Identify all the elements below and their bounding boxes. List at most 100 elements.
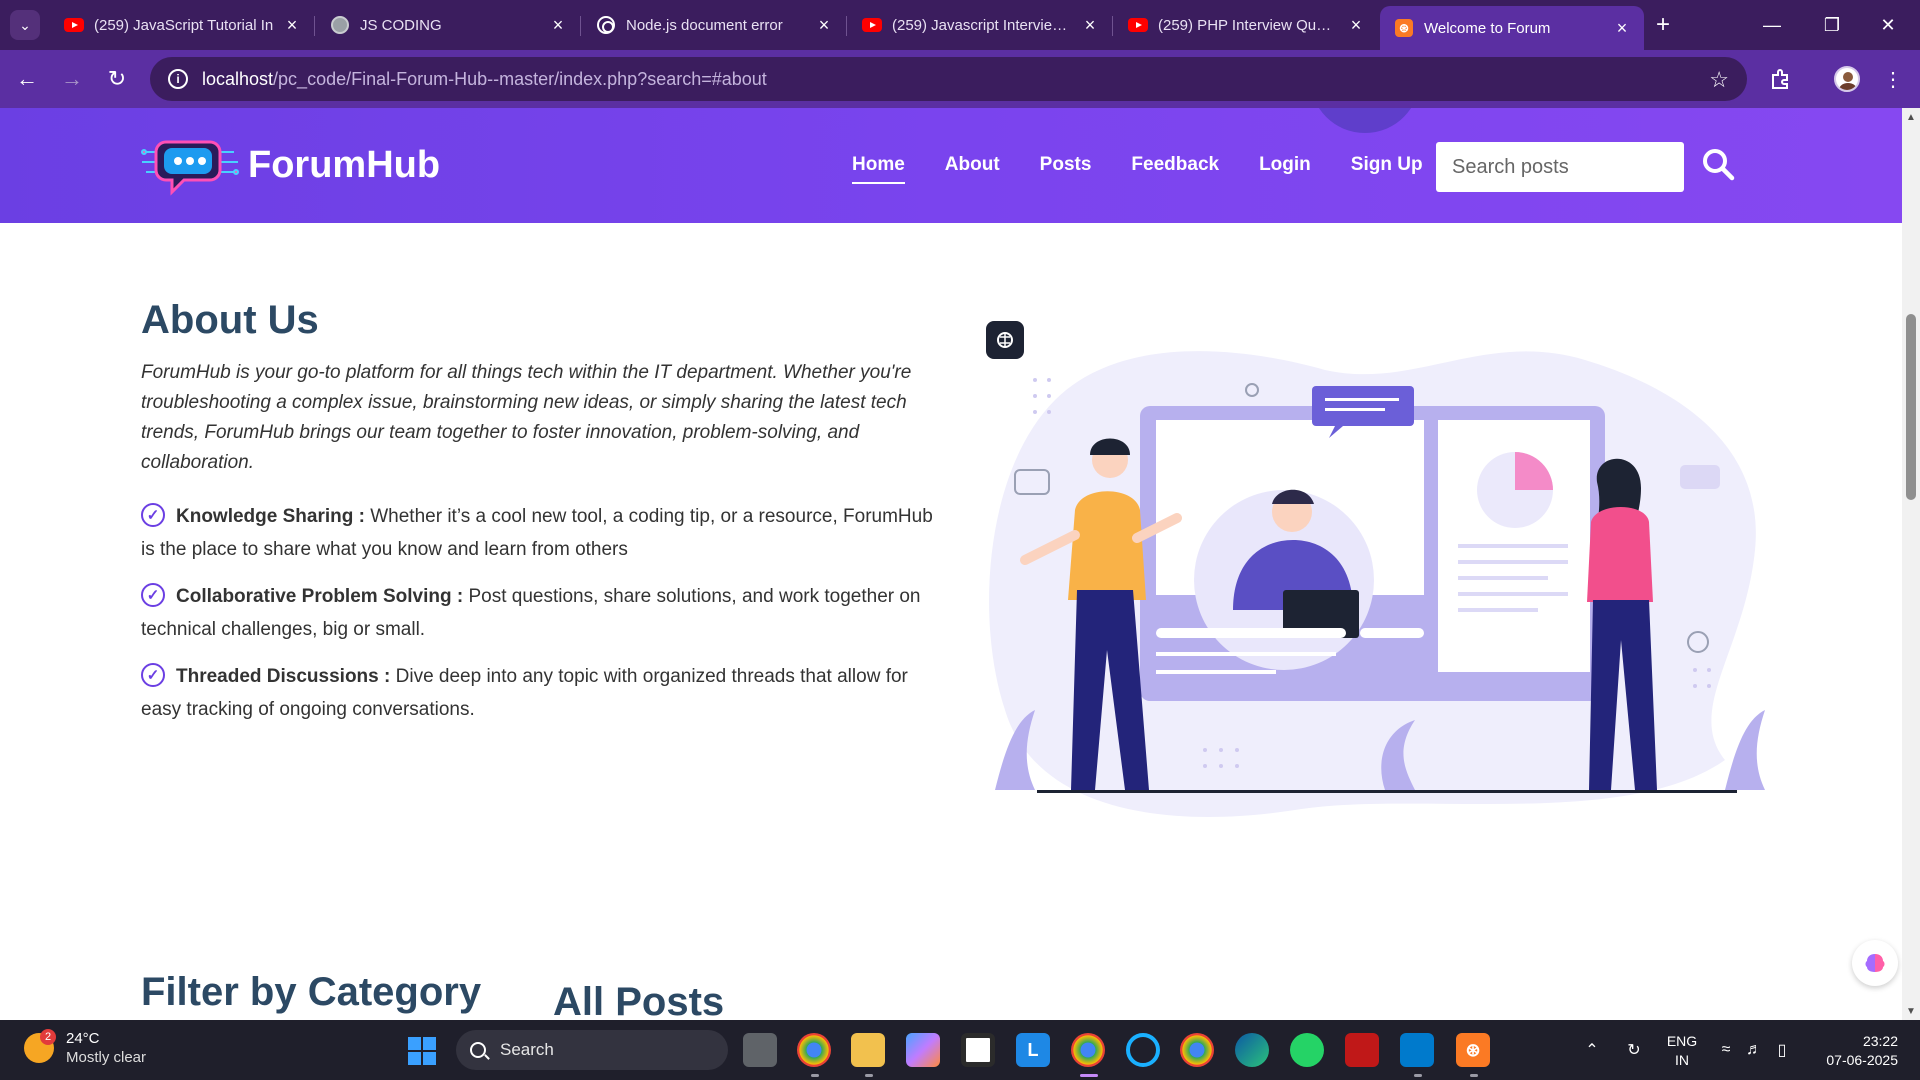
- whatsapp-icon[interactable]: [1290, 1033, 1324, 1067]
- bookmark-star-icon[interactable]: ☆: [1709, 67, 1729, 93]
- weather-widget[interactable]: 2 24°C Mostly clear: [24, 1029, 147, 1066]
- mcafee-icon[interactable]: [1345, 1033, 1379, 1067]
- nav-feedback[interactable]: Feedback: [1131, 154, 1219, 184]
- tab-title: Node.js document error: [626, 16, 783, 34]
- chat-bubble-logo-icon: [141, 140, 239, 196]
- about-lead: ForumHub is your go-to platform for all …: [141, 362, 912, 473]
- running-indicator-active: [1080, 1074, 1098, 1077]
- site-info-icon[interactable]: i: [168, 69, 188, 89]
- browser-menu-button[interactable]: ⋮: [1878, 64, 1908, 94]
- address-bar[interactable]: i localhost/pc_code/Final-Forum-Hub--mas…: [150, 57, 1747, 101]
- vscode-icon[interactable]: [1400, 1033, 1434, 1067]
- copilot-icon[interactable]: [906, 1033, 940, 1067]
- tab-title: (259) JavaScript Tutorial In: [94, 16, 274, 34]
- wifi-icon[interactable]: ≈: [1714, 1020, 1738, 1080]
- brand-name: ForumHub: [248, 143, 441, 186]
- xampp-icon[interactable]: ⊛: [1456, 1033, 1490, 1067]
- url-text[interactable]: localhost/pc_code/Final-Forum-Hub--maste…: [202, 69, 767, 90]
- url-host: localhost: [202, 68, 274, 89]
- check-circle-icon: ✓: [141, 503, 165, 527]
- close-icon[interactable]: ×: [1612, 18, 1632, 38]
- close-icon[interactable]: ×: [1346, 15, 1366, 35]
- youtube-icon: [1128, 15, 1148, 35]
- cortana-icon[interactable]: [1126, 1033, 1160, 1067]
- restore-button[interactable]: ❐: [1812, 10, 1852, 40]
- arrow-right-icon: →: [61, 66, 83, 91]
- avatar: [1834, 66, 1860, 92]
- search-button[interactable]: [1700, 146, 1740, 186]
- browser-tab[interactable]: (259) JavaScript Tutorial In ×: [50, 6, 314, 44]
- browser-tab[interactable]: Node.js document error ×: [582, 6, 846, 44]
- chrome-profile-icon[interactable]: [1071, 1033, 1105, 1067]
- extensions-button[interactable]: [1766, 64, 1796, 94]
- temperature: 24°C: [66, 1030, 100, 1047]
- nav-signup[interactable]: Sign Up: [1351, 154, 1423, 184]
- site-logo[interactable]: ForumHub: [140, 132, 440, 198]
- tab-divider: [1112, 16, 1113, 36]
- close-icon: ✕: [1880, 14, 1896, 35]
- reload-button[interactable]: ↻: [102, 64, 132, 94]
- taskbar-search-label: Search: [500, 1040, 554, 1059]
- chevron-down-icon: ⌄: [19, 16, 31, 33]
- taskbar-search[interactable]: Search: [456, 1030, 728, 1070]
- feature-title: Threaded Discussions :: [176, 666, 391, 687]
- chrome-profile-p-icon[interactable]: [1180, 1033, 1214, 1067]
- chevron-up-icon[interactable]: ⌃: [1580, 1020, 1604, 1080]
- task-view-icon[interactable]: [743, 1033, 777, 1067]
- nav-posts[interactable]: Posts: [1040, 154, 1092, 184]
- close-icon[interactable]: ×: [282, 15, 302, 35]
- volume-icon[interactable]: ♬: [1742, 1020, 1766, 1080]
- arrow-left-icon: ←: [16, 66, 38, 91]
- microsoft-store-icon[interactable]: [961, 1033, 995, 1067]
- edge-icon[interactable]: [1235, 1033, 1269, 1067]
- minimize-icon: —: [1763, 14, 1781, 35]
- profile-button[interactable]: [1832, 64, 1862, 94]
- sync-icon[interactable]: ↻: [1620, 1020, 1648, 1080]
- close-icon[interactable]: ×: [1080, 15, 1100, 35]
- chrome-icon[interactable]: [797, 1033, 831, 1067]
- scroll-up-arrow-icon[interactable]: ▲: [1906, 112, 1916, 123]
- tab-divider: [314, 16, 315, 36]
- weather-condition: Mostly clear: [66, 1049, 147, 1066]
- language-indicator[interactable]: ENG IN: [1664, 1032, 1700, 1070]
- running-indicator: [811, 1074, 819, 1077]
- forward-button[interactable]: →: [57, 64, 87, 94]
- restore-icon: ❐: [1823, 14, 1841, 35]
- nav-home[interactable]: Home: [852, 154, 905, 184]
- windows-start-icon[interactable]: [408, 1037, 436, 1065]
- battery-icon[interactable]: ▯: [1770, 1020, 1794, 1080]
- browser-tab[interactable]: JS CODING ×: [316, 6, 580, 44]
- browser-toolbar: ← → ↻ i localhost/pc_code/Final-Forum-Hu…: [0, 50, 1920, 108]
- scrollbar-thumb[interactable]: [1906, 314, 1916, 500]
- browser-tab[interactable]: (259) Javascript Interview Q ×: [848, 6, 1112, 44]
- browser-tab-active[interactable]: ⊛ Welcome to Forum ×: [1380, 6, 1644, 50]
- about-title: About Us: [141, 298, 319, 342]
- reload-icon: ↻: [107, 66, 127, 91]
- new-tab-button[interactable]: +: [1650, 11, 1676, 38]
- l-app-icon[interactable]: L: [1016, 1033, 1050, 1067]
- scroll-down-arrow-icon[interactable]: ▼: [1906, 1006, 1916, 1017]
- browser-tab[interactable]: (259) PHP Interview Questi ×: [1114, 6, 1378, 44]
- search-input[interactable]: [1436, 142, 1684, 192]
- youtube-icon: [64, 15, 84, 35]
- clock[interactable]: 23:22 07-06-2025: [1812, 1032, 1898, 1070]
- site-header: ForumHub Home About Posts Feedback Login…: [0, 108, 1902, 223]
- lang-code: ENG: [1666, 1033, 1698, 1049]
- feature-title: Collaborative Problem Solving :: [176, 586, 464, 607]
- feature-title: Knowledge Sharing :: [176, 506, 365, 527]
- tab-search-button[interactable]: ⌄: [10, 10, 40, 40]
- brain-floating-button[interactable]: [1852, 940, 1898, 986]
- back-button[interactable]: ←: [12, 64, 42, 94]
- close-icon[interactable]: ×: [814, 15, 834, 35]
- check-circle-icon: ✓: [141, 663, 165, 687]
- nav-login[interactable]: Login: [1259, 154, 1311, 184]
- close-window-button[interactable]: ✕: [1868, 10, 1908, 40]
- file-explorer-icon[interactable]: [851, 1033, 885, 1067]
- globe-icon: [330, 15, 350, 35]
- page-scrollbar[interactable]: ▲ ▼: [1902, 108, 1920, 1020]
- list-item: ✓ Knowledge Sharing : Whether it’s a cool…: [141, 500, 941, 566]
- minimize-button[interactable]: —: [1752, 10, 1792, 40]
- close-icon[interactable]: ×: [548, 15, 568, 35]
- plus-icon: +: [1655, 11, 1670, 38]
- nav-about[interactable]: About: [945, 154, 1000, 184]
